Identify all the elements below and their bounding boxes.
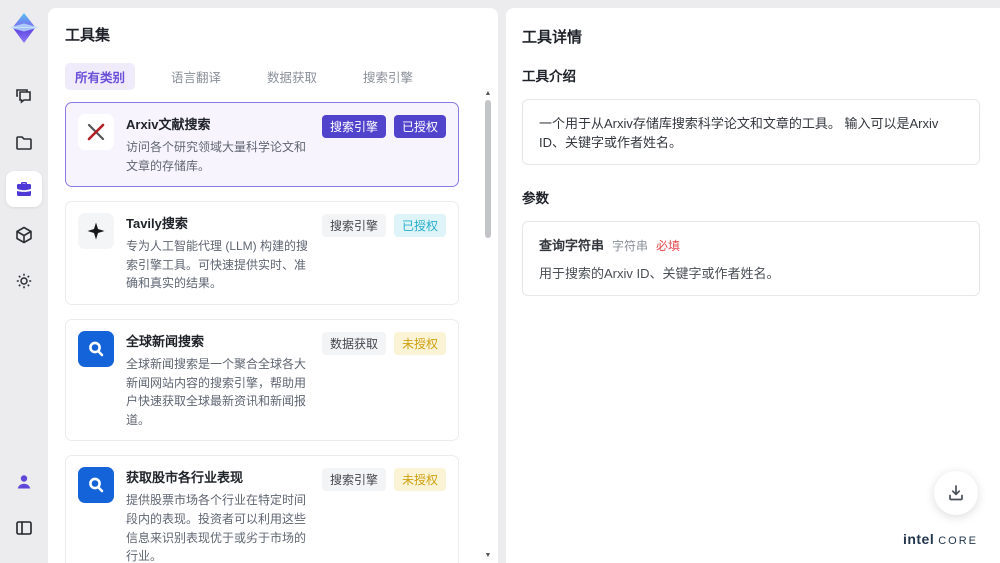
tool-description: 专为人工智能代理 (LLM) 构建的搜索引擎工具。可快速提供实时、准确和真实的结… <box>126 239 309 291</box>
sidebar-item-packages[interactable] <box>6 217 42 253</box>
page-title: 工具集 <box>65 27 111 44</box>
tool-description: 提供股票市场各个行业在特定时间段内的表现。投资者可以利用这些信息来识别表现优于或… <box>126 493 307 563</box>
tool-detail-panel: 工具详情 工具介绍 一个用于从Arxiv存储库搜索科学论文和文章的工具。 输入可… <box>506 8 1000 563</box>
cube-icon <box>14 225 34 245</box>
sidebar-item-collapse[interactable] <box>6 510 42 546</box>
params-heading: 参数 <box>522 191 549 206</box>
app-window: 工具集 所有类别 语言翻译 数据获取 搜索引擎 Arxiv文献搜索 访问各个研究… <box>0 0 1000 563</box>
tab-search-engine[interactable]: 搜索引擎 <box>353 63 423 90</box>
tool-description: 全球新闻搜索是一个聚合全球各大新闻网站内容的搜索引擎，帮助用户快速获取全球最新资… <box>126 356 307 427</box>
intro-heading: 工具介绍 <box>522 69 576 84</box>
gear-icon <box>14 271 34 291</box>
status-badge: 已授权 <box>393 115 446 138</box>
category-tabs: 所有类别 语言翻译 数据获取 搜索引擎 <box>65 63 481 90</box>
download-icon <box>946 483 966 503</box>
scroll-up-arrow[interactable]: ▲ <box>483 90 493 97</box>
param-name: 查询字符串 <box>539 238 605 253</box>
tab-data-fetch[interactable]: 数据获取 <box>257 63 327 90</box>
brand-intel: intel <box>902 531 935 547</box>
param-type: 字符串 <box>612 239 649 253</box>
tavily-sparkle-icon <box>78 213 114 250</box>
tab-all-categories[interactable]: 所有类别 <box>65 63 136 90</box>
intro-box: 一个用于从Arxiv存储库搜索科学论文和文章的工具。 输入可以是Arxiv ID… <box>522 99 980 165</box>
tool-list-panel: 工具集 所有类别 语言翻译 数据获取 搜索引擎 Arxiv文献搜索 访问各个研究… <box>48 8 498 563</box>
brand-core: CORE <box>938 535 978 547</box>
tool-description: 访问各个研究领域大量科学论文和文章的存储库。 <box>126 140 307 173</box>
tool-name: Tavily搜索 <box>126 216 188 232</box>
tool-name: 全球新闻搜索 <box>126 333 205 349</box>
param-required-flag: 必填 <box>656 239 681 253</box>
news-search-icon <box>78 330 114 367</box>
status-badge: 未授权 <box>393 331 446 355</box>
scroll-down-arrow[interactable]: ▼ <box>483 552 493 559</box>
detail-title: 工具详情 <box>522 29 583 46</box>
intel-core-logo: intel CORE <box>903 531 978 547</box>
sidebar-item-settings[interactable] <box>6 263 42 299</box>
tool-card-arxiv[interactable]: Arxiv文献搜索 访问各个研究领域大量科学论文和文章的存储库。 搜索引擎 已授… <box>65 102 459 188</box>
sidebar-item-tools[interactable] <box>6 171 42 207</box>
chat-icon <box>14 87 34 107</box>
sidebar-item-account[interactable] <box>6 464 42 500</box>
scrollbar-thumb[interactable] <box>485 100 491 238</box>
tool-name: Arxiv文献搜索 <box>126 117 211 132</box>
category-badge: 数据获取 <box>321 331 386 355</box>
category-badge: 搜索引擎 <box>321 468 386 492</box>
app-logo-icon <box>6 10 42 46</box>
arxiv-logo-icon <box>78 114 114 150</box>
param-description: 用于搜索的Arxiv ID、关键字或作者姓名。 <box>539 266 780 281</box>
tool-card-global-news[interactable]: 全球新闻搜索 全球新闻搜索是一个聚合全球各大新闻网站内容的搜索引擎，帮助用户快速… <box>65 318 459 442</box>
tool-card-tavily[interactable]: Tavily搜索 专为人工智能代理 (LLM) 构建的搜索引擎工具。可快速提供实… <box>65 201 459 305</box>
tool-list: Arxiv文献搜索 访问各个研究领域大量科学论文和文章的存储库。 搜索引擎 已授… <box>65 102 481 563</box>
download-button[interactable] <box>934 471 978 515</box>
sidebar-item-chat[interactable] <box>6 79 42 115</box>
list-scrollbar[interactable]: ▲ ▼ <box>483 90 493 559</box>
user-icon <box>14 472 34 492</box>
category-badge: 搜索引擎 <box>321 115 386 138</box>
toolbox-icon <box>14 179 34 199</box>
tool-card-sector-performance[interactable]: 获取股市各行业表现 提供股票市场各个行业在特定时间段内的表现。投资者可以利用这些… <box>65 455 459 563</box>
param-box: 查询字符串 字符串 必填 用于搜索的Arxiv ID、关键字或作者姓名。 <box>522 221 980 296</box>
status-badge: 已授权 <box>393 214 446 238</box>
panel-toggle-icon <box>14 518 34 538</box>
tool-name: 获取股市各行业表现 <box>126 470 244 486</box>
category-badge: 搜索引擎 <box>321 214 386 238</box>
tab-language-translation[interactable]: 语言翻译 <box>161 63 231 90</box>
market-search-icon <box>78 467 114 504</box>
sidebar <box>0 0 48 563</box>
status-badge: 未授权 <box>393 468 446 492</box>
folder-icon <box>14 133 34 153</box>
intro-text: 一个用于从Arxiv存储库搜索科学论文和文章的工具。 输入可以是Arxiv ID… <box>539 116 939 150</box>
sidebar-item-files[interactable] <box>6 125 42 161</box>
